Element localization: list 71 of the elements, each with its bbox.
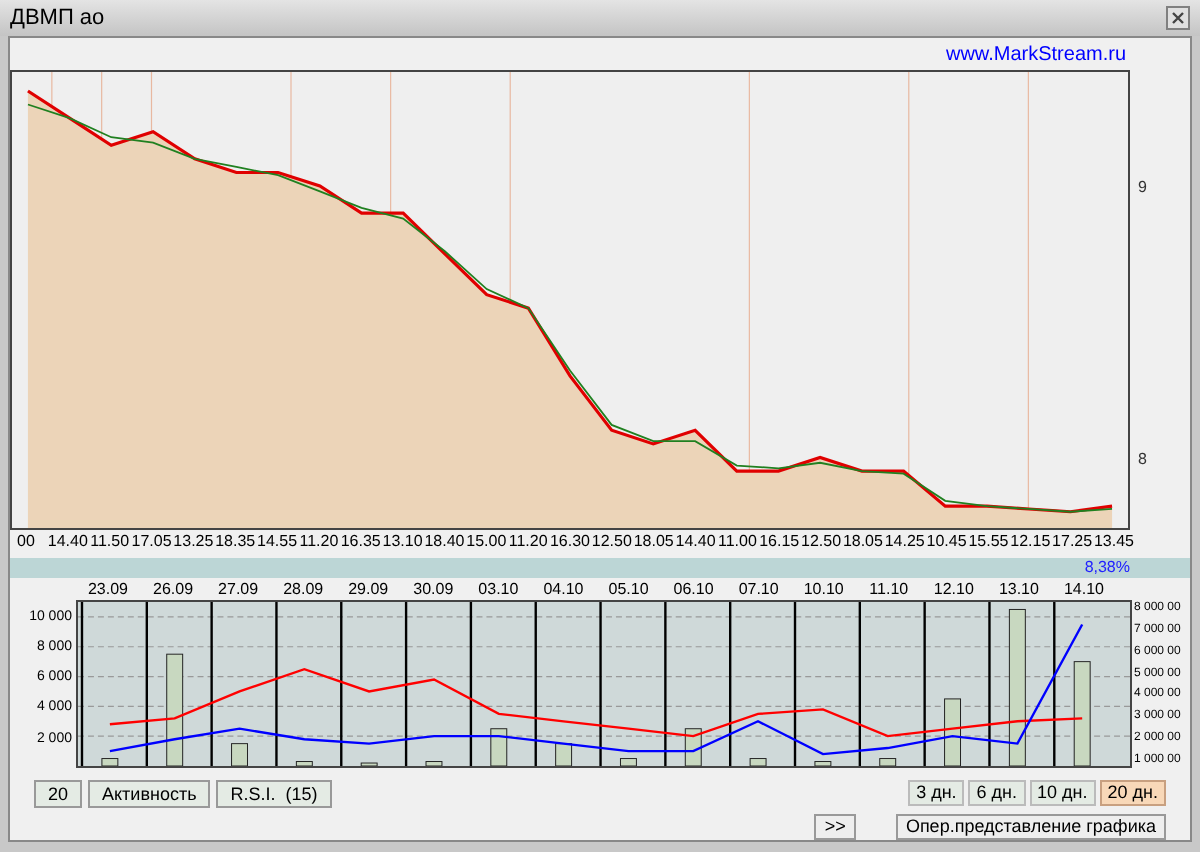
time-label: 16.35 — [340, 534, 381, 550]
time-label: 11.20 — [508, 534, 548, 550]
period-tab[interactable]: 20 дн. — [1099, 780, 1166, 806]
volume-bar — [619, 758, 637, 766]
date-label: 06.10 — [673, 582, 714, 598]
date-label: 23.09 — [87, 582, 129, 598]
time-label: 14.25 — [884, 534, 925, 550]
volume-bar — [166, 653, 184, 766]
time-label: 14.40 — [47, 534, 88, 550]
website-link[interactable]: www.MarkStream.ru — [945, 39, 1126, 69]
date-label: 04.10 — [543, 582, 584, 598]
time-label: 14.55 — [257, 534, 298, 550]
time-label: 12.50 — [801, 534, 842, 550]
indicator-button[interactable]: R.S.I. (15) — [216, 780, 332, 808]
time-label: 16.30 — [549, 534, 591, 550]
time-label: 12.50 — [591, 534, 632, 550]
window-title: ДВМП ао — [10, 3, 105, 34]
time-label: 12.15 — [1010, 534, 1051, 550]
time-label: 00 — [17, 534, 35, 550]
chart-mode-button[interactable]: Опер.представление графика — [895, 814, 1166, 840]
date-label: 12.10 — [933, 582, 974, 598]
time-label: 13.10 — [382, 534, 423, 550]
date-label: 28.09 — [283, 582, 324, 598]
time-label: 15.00 — [466, 534, 507, 550]
change-value: 8,38% — [1084, 560, 1130, 576]
time-label: 16.15 — [759, 534, 800, 550]
date-label: 26.09 — [153, 582, 194, 598]
date-label: 13.10 — [998, 582, 1039, 598]
date-label: 30.09 — [413, 582, 454, 598]
time-label: 18.05 — [633, 534, 674, 550]
date-label: 10.10 — [803, 582, 844, 598]
volume-bar — [555, 743, 573, 766]
axis-label: 8 — [1138, 452, 1147, 469]
volume-bar — [231, 743, 248, 766]
axis-label: 9 — [1138, 179, 1147, 195]
volume-bar — [490, 728, 508, 766]
close-icon[interactable] — [1166, 6, 1190, 30]
volume-bar — [425, 761, 443, 766]
indicator-button[interactable]: 20 — [34, 780, 83, 808]
time-label: 13.25 — [173, 534, 214, 550]
volume-bar — [944, 698, 961, 766]
period-tab[interactable]: 10 дн. — [1029, 780, 1096, 806]
volume-bar — [101, 758, 119, 766]
time-label: 18.05 — [842, 534, 883, 550]
time-label: 11.50 — [90, 534, 130, 550]
time-label: 18.35 — [215, 534, 256, 550]
volume-bar — [879, 758, 897, 766]
time-label: 11.20 — [299, 534, 339, 550]
volume-bar — [749, 758, 767, 766]
volume-bar — [295, 761, 313, 766]
date-label: 27.09 — [218, 582, 259, 598]
date-label: 14.10 — [1063, 582, 1105, 598]
date-label: 07.10 — [738, 582, 779, 598]
indicator-button[interactable]: Активность — [88, 780, 211, 808]
time-label: 14.40 — [675, 534, 716, 550]
time-label: 15.55 — [968, 534, 1009, 550]
period-tab[interactable]: 6 дн. — [968, 780, 1026, 806]
time-label: 10.45 — [926, 534, 967, 550]
time-label: 11.00 — [717, 534, 757, 550]
time-label: 17.25 — [1052, 534, 1093, 550]
date-label: 29.09 — [348, 582, 389, 598]
time-label: 18.40 — [424, 534, 465, 550]
period-tab[interactable]: 3 дн. — [908, 780, 965, 806]
next-button[interactable]: >> — [814, 814, 856, 840]
date-label: 11.10 — [869, 582, 909, 598]
date-label: 05.10 — [608, 582, 649, 598]
date-label: 03.10 — [478, 582, 519, 598]
time-label: 13.45 — [1093, 534, 1135, 550]
volume-bar — [1073, 661, 1091, 766]
volume-bar — [814, 761, 832, 766]
time-label: 17.05 — [131, 534, 172, 550]
